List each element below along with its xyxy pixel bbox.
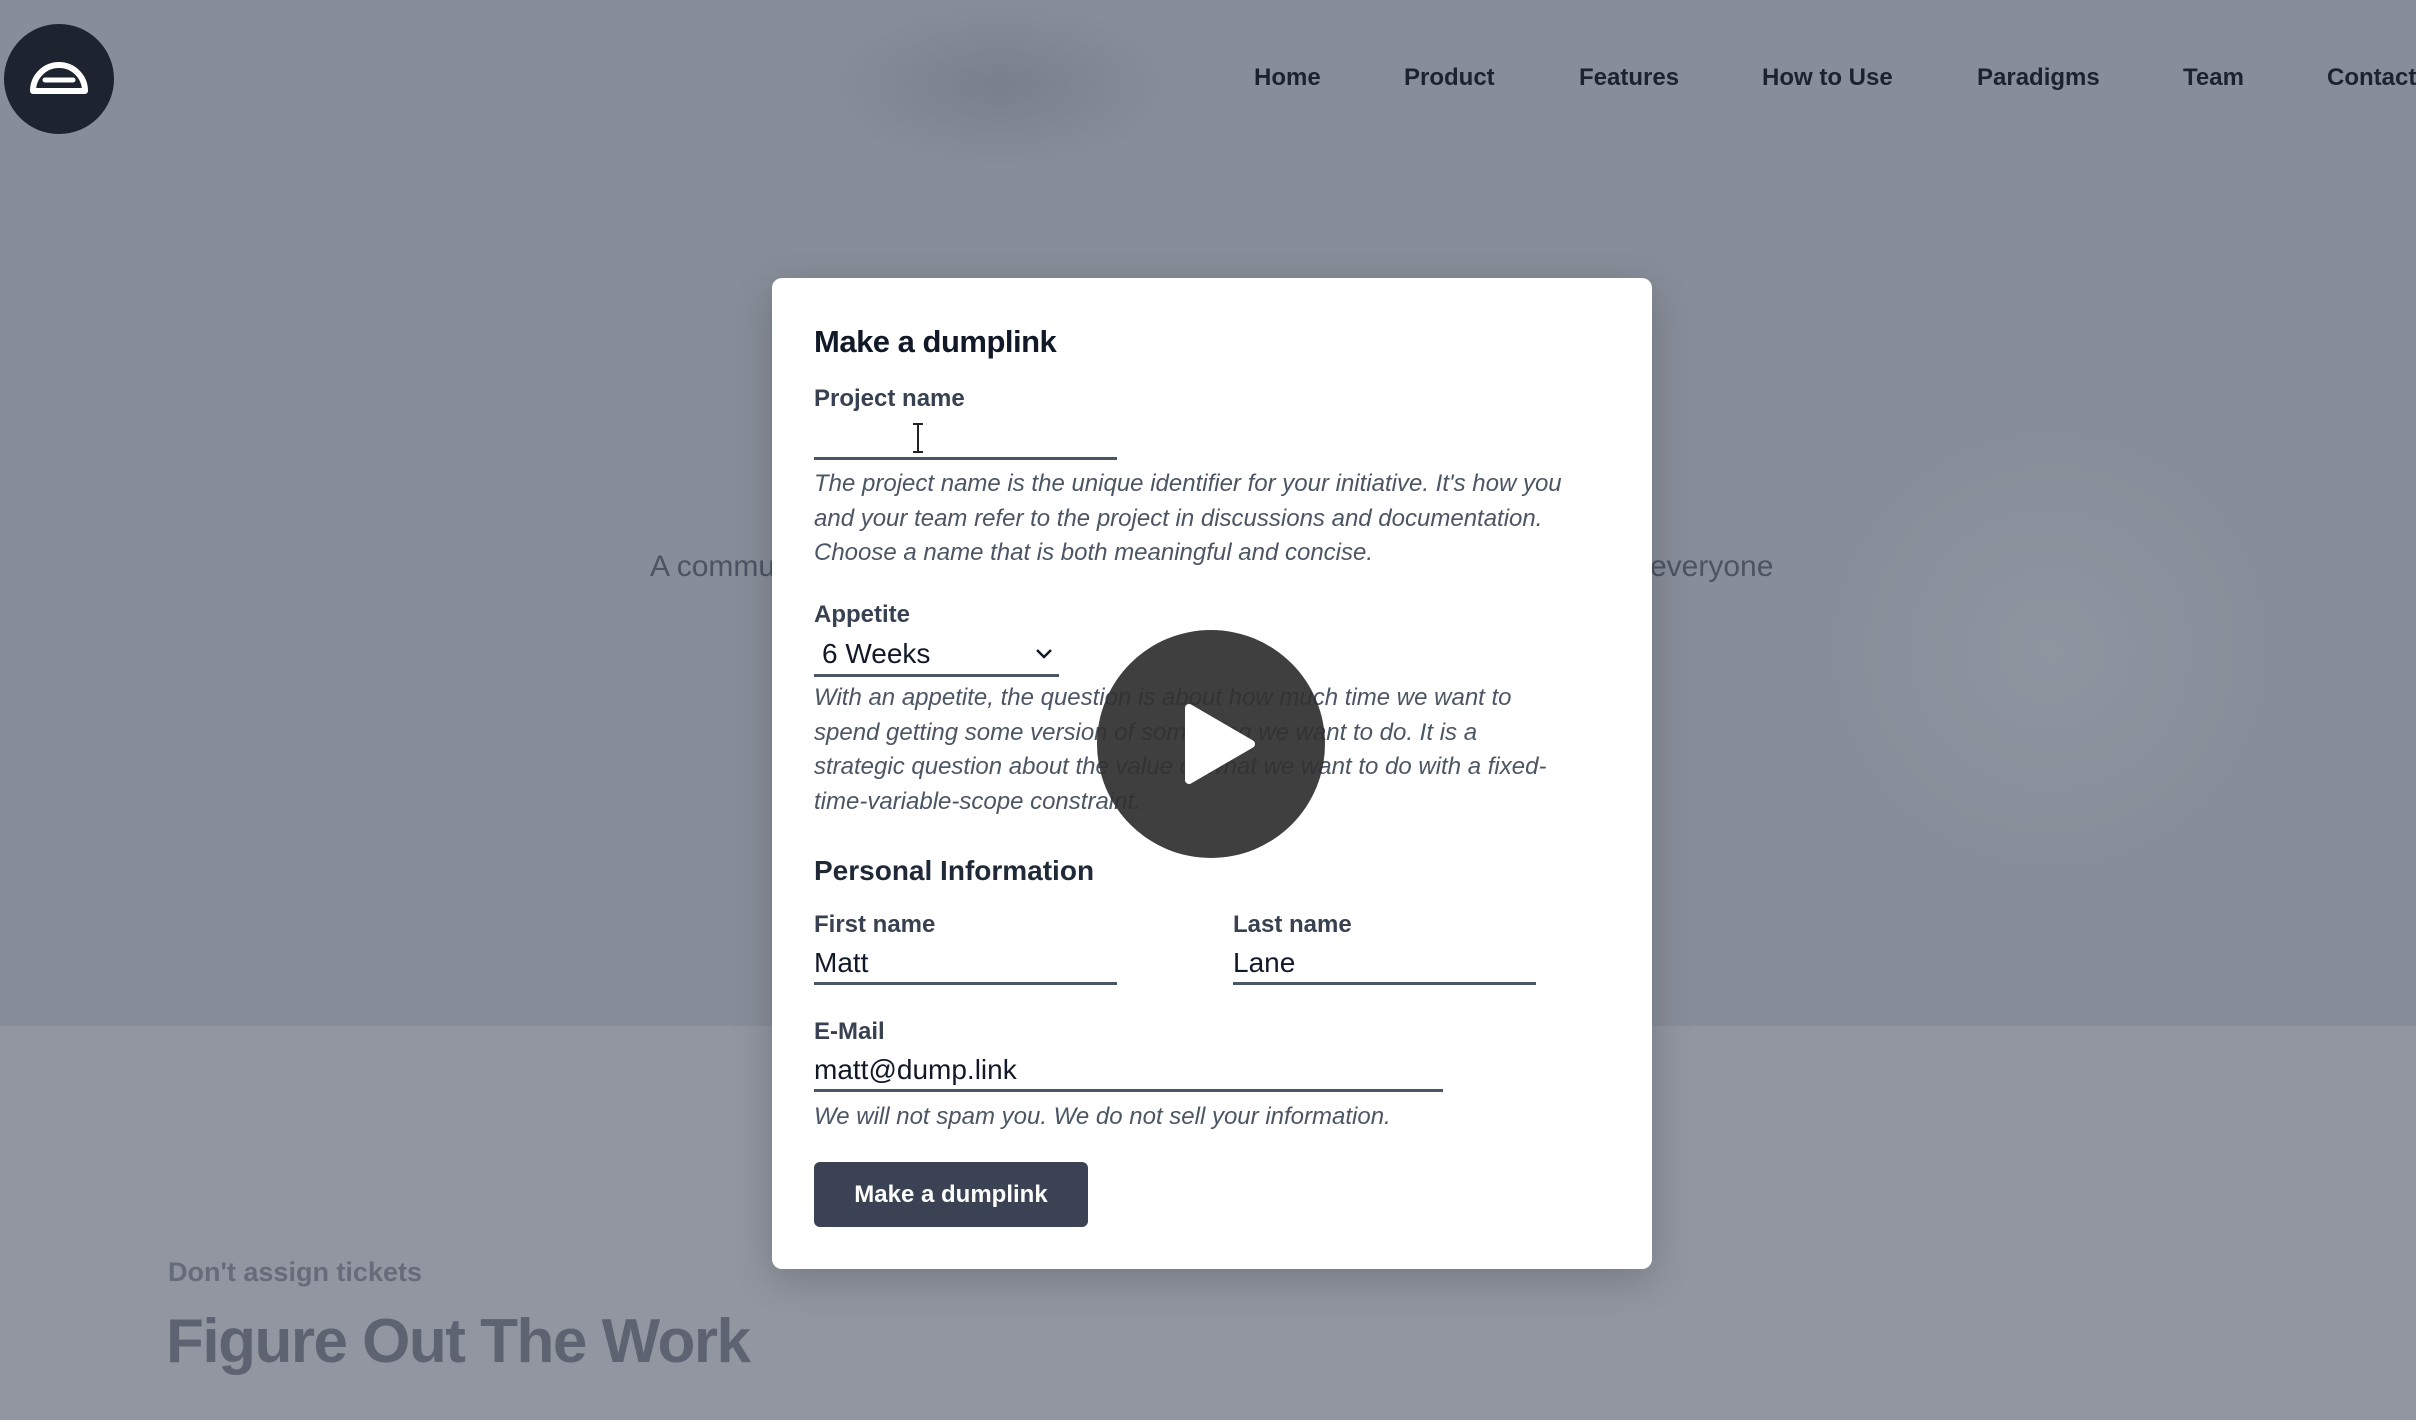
help-line: Choose a name that is both meaningful an… [814, 539, 1374, 566]
email-label: E-Mail [814, 1018, 885, 1045]
make-dumplink-button[interactable]: Make a dumplink [814, 1162, 1088, 1227]
personal-info-heading: Personal Information [814, 855, 1095, 886]
help-line: and your team refer to the project in di… [814, 504, 1543, 532]
main-nav: Home Product Features How to Use Paradig… [1254, 64, 2416, 94]
help-line: The project name is the unique identifie… [814, 470, 1562, 497]
chevron-down-icon [1036, 649, 1052, 659]
hero-subtitle-left: A commu [650, 550, 776, 583]
appetite-label: Appetite [814, 601, 910, 628]
first-name-input[interactable] [814, 944, 1117, 985]
email-help: We will not spam you. We do not sell you… [814, 1103, 1391, 1130]
nav-team[interactable]: Team [2183, 64, 2244, 92]
dome-logo-icon [30, 62, 88, 94]
background-blur [1820, 420, 2280, 880]
first-name-label: First name [814, 911, 936, 938]
nav-home[interactable]: Home [1254, 64, 1321, 92]
section-headline: Figure Out The Work [166, 1307, 751, 1376]
logo[interactable] [4, 24, 114, 134]
project-name-label: Project name [814, 385, 965, 412]
nav-contact[interactable]: Contact [2327, 64, 2416, 92]
section-tagline: Don't assign tickets [168, 1257, 422, 1287]
last-name-input[interactable] [1233, 944, 1536, 985]
nav-product[interactable]: Product [1404, 64, 1495, 92]
text-cursor-icon [913, 423, 923, 453]
last-name-label: Last name [1233, 911, 1352, 938]
appetite-select[interactable]: 6 Weeks [814, 636, 1059, 677]
email-input[interactable] [814, 1051, 1443, 1092]
nav-how-to-use[interactable]: How to Use [1762, 64, 1893, 92]
play-icon [1185, 704, 1255, 784]
background-blur [820, 0, 1180, 170]
project-name-input[interactable] [814, 419, 1117, 460]
video-play-button[interactable] [1097, 630, 1325, 858]
modal-title: Make a dumplink [814, 324, 1057, 359]
hero-subtitle-right: everyone [1650, 550, 1774, 583]
project-name-help: The project name is the unique identifie… [814, 467, 1562, 571]
appetite-selected-value: 6 Weeks [822, 638, 931, 669]
nav-features[interactable]: Features [1579, 64, 1679, 92]
nav-paradigms[interactable]: Paradigms [1977, 64, 2100, 92]
